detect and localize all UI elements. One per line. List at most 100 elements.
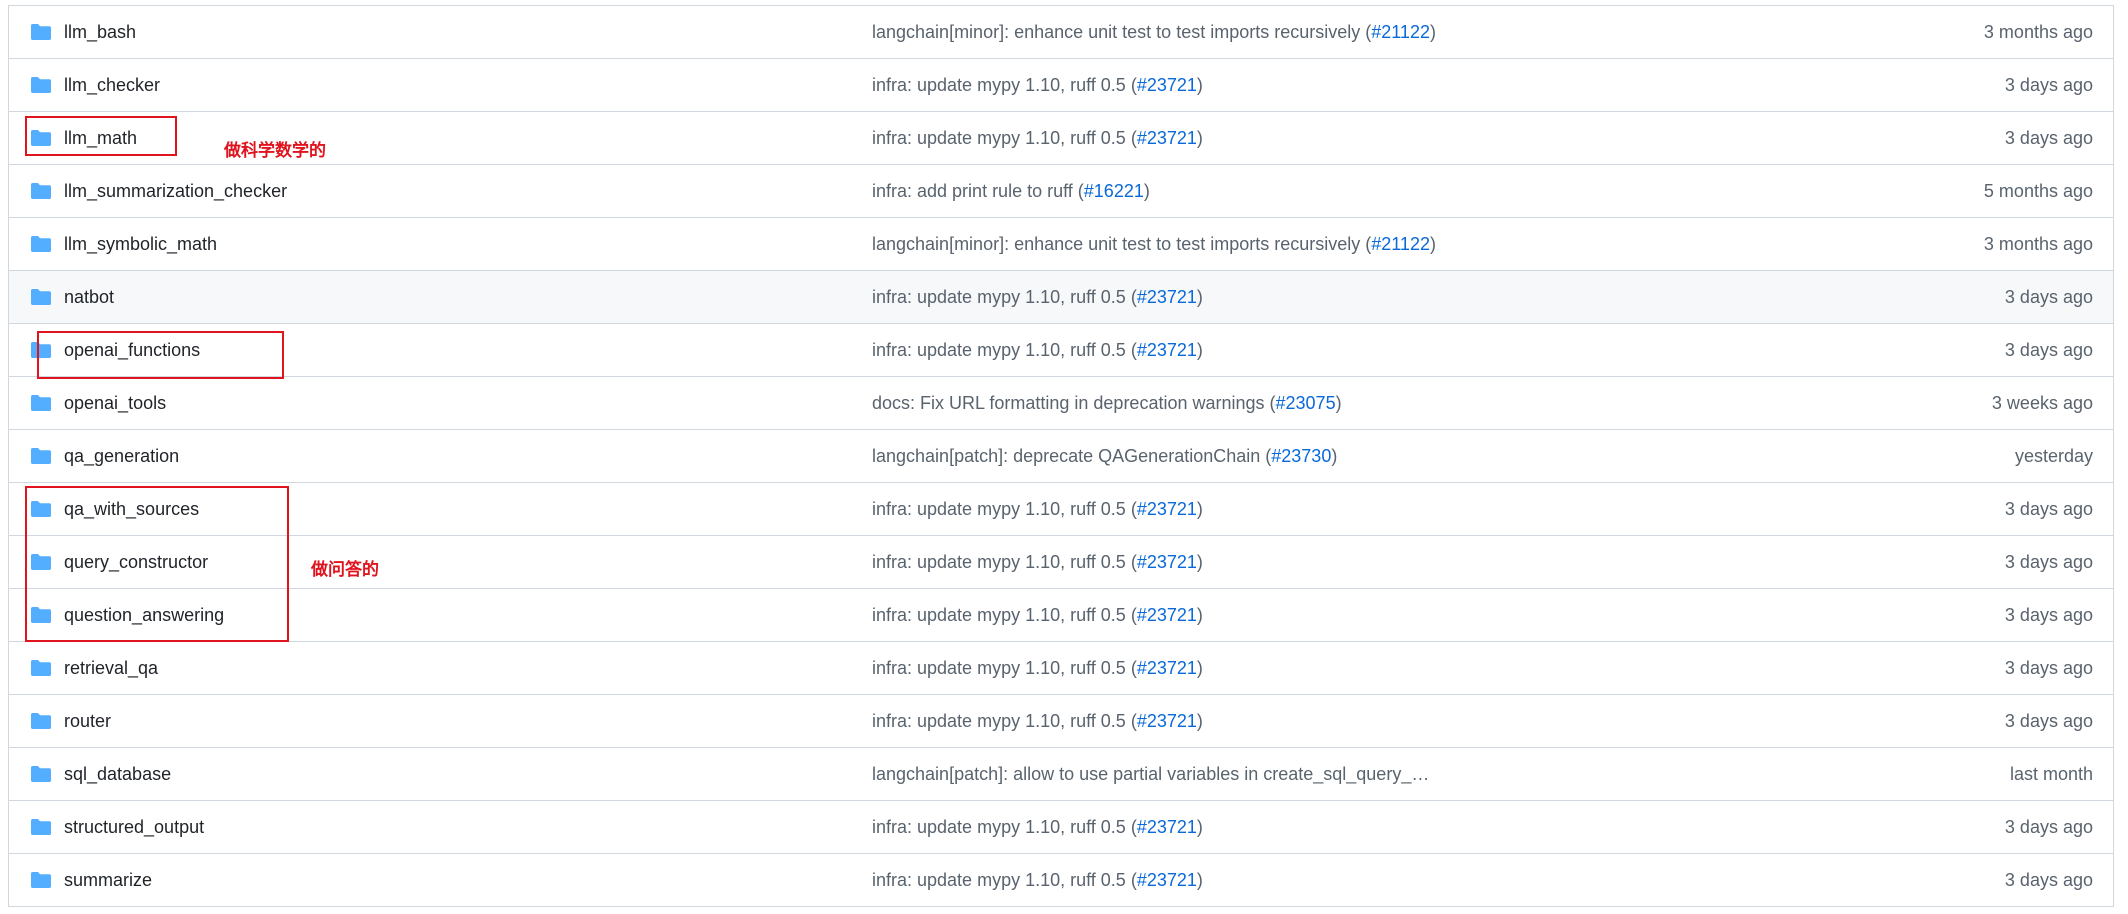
commit-message[interactable]: langchain[patch]: deprecate QAGeneration…	[872, 430, 1337, 482]
pull-request-link[interactable]: #23721	[1137, 605, 1197, 625]
commit-message-text[interactable]: infra: add print rule to ruff (	[872, 181, 1084, 201]
commit-message-text[interactable]: infra: update mypy 1.10, ruff 0.5 (	[872, 287, 1137, 307]
table-row[interactable]: llm_bash langchain[minor]: enhance unit t…	[9, 6, 2113, 59]
commit-message[interactable]: infra: update mypy 1.10, ruff 0.5 (#2372…	[872, 324, 1203, 376]
folder-name-link[interactable]: llm_symbolic_math	[64, 218, 217, 270]
pull-request-link[interactable]: #23075	[1276, 393, 1336, 413]
commit-age[interactable]: yesterday	[2015, 430, 2093, 482]
table-row[interactable]: router infra: update mypy 1.10, ruff 0.5 …	[9, 695, 2113, 748]
commit-message-text[interactable]: infra: update mypy 1.10, ruff 0.5 (	[872, 658, 1137, 678]
commit-message-text[interactable]: langchain[patch]: deprecate QAGeneration…	[872, 446, 1271, 466]
table-row[interactable]: sql_database langchain[patch]: allow to u…	[9, 748, 2113, 801]
pull-request-link[interactable]: #23730	[1271, 446, 1331, 466]
pull-request-link[interactable]: #23721	[1137, 552, 1197, 572]
commit-message-text[interactable]: infra: update mypy 1.10, ruff 0.5 (	[872, 128, 1137, 148]
table-row[interactable]: question_answering infra: update mypy 1.1…	[9, 589, 2113, 642]
folder-name-link[interactable]: sql_database	[64, 748, 171, 800]
commit-message-close: )	[1196, 711, 1203, 731]
commit-age[interactable]: last month	[2010, 748, 2093, 800]
pull-request-link[interactable]: #23721	[1137, 75, 1197, 95]
folder-name-link[interactable]: qa_generation	[64, 430, 179, 482]
folder-icon	[30, 659, 52, 677]
commit-age[interactable]: 3 months ago	[1984, 218, 2093, 270]
folder-name-link[interactable]: summarize	[64, 854, 152, 906]
folder-name-link[interactable]: openai_tools	[64, 377, 166, 429]
folder-name-link[interactable]: structured_output	[64, 801, 204, 853]
commit-message[interactable]: infra: update mypy 1.10, ruff 0.5 (#2372…	[872, 112, 1203, 164]
folder-name-link[interactable]: llm_summarization_checker	[64, 165, 287, 217]
commit-message[interactable]: infra: update mypy 1.10, ruff 0.5 (#2372…	[872, 642, 1203, 694]
commit-message-text[interactable]: infra: update mypy 1.10, ruff 0.5 (	[872, 870, 1137, 890]
table-row[interactable]: natbot infra: update mypy 1.10, ruff 0.5 …	[9, 271, 2113, 324]
commit-age[interactable]: 3 days ago	[2005, 536, 2093, 588]
pull-request-link[interactable]: #23721	[1137, 817, 1197, 837]
commit-age[interactable]: 3 days ago	[2005, 854, 2093, 906]
pull-request-link[interactable]: #21122	[1371, 234, 1430, 254]
commit-age[interactable]: 3 days ago	[2005, 695, 2093, 747]
folder-name-link[interactable]: router	[64, 695, 111, 747]
pull-request-link[interactable]: #23721	[1137, 128, 1197, 148]
table-row[interactable]: openai_tools docs: Fix URL formatting in …	[9, 377, 2113, 430]
commit-message-text[interactable]: infra: update mypy 1.10, ruff 0.5 (	[872, 711, 1137, 731]
folder-name-link[interactable]: llm_bash	[64, 6, 136, 58]
commit-age[interactable]: 3 weeks ago	[1992, 377, 2093, 429]
table-row[interactable]: qa_with_sources infra: update mypy 1.10, …	[9, 483, 2113, 536]
commit-message[interactable]: infra: update mypy 1.10, ruff 0.5 (#2372…	[872, 59, 1203, 111]
commit-message[interactable]: langchain[minor]: enhance unit test to t…	[872, 6, 1436, 58]
table-row[interactable]: retrieval_qa infra: update mypy 1.10, ruf…	[9, 642, 2113, 695]
pull-request-link[interactable]: #21122	[1371, 22, 1430, 42]
commit-message[interactable]: langchain[patch]: allow to use partial v…	[872, 748, 1429, 800]
table-row[interactable]: llm_summarization_checker infra: add prin…	[9, 165, 2113, 218]
table-row[interactable]: llm_checker infra: update mypy 1.10, ruff…	[9, 59, 2113, 112]
commit-message-text[interactable]: docs: Fix URL formatting in deprecation …	[872, 393, 1276, 413]
commit-age[interactable]: 3 months ago	[1984, 6, 2093, 58]
commit-message-text[interactable]: infra: update mypy 1.10, ruff 0.5 (	[872, 552, 1137, 572]
commit-message-close: )	[1196, 552, 1203, 572]
table-row[interactable]: qa_generation langchain[patch]: deprecate…	[9, 430, 2113, 483]
commit-message-close: )	[1196, 287, 1203, 307]
pull-request-link[interactable]: #23721	[1137, 711, 1197, 731]
commit-message-text[interactable]: langchain[minor]: enhance unit test to t…	[872, 22, 1371, 42]
folder-icon	[30, 394, 52, 412]
table-row[interactable]: summarize infra: update mypy 1.10, ruff 0…	[9, 854, 2113, 907]
commit-age[interactable]: 3 days ago	[2005, 271, 2093, 323]
commit-message-text[interactable]: infra: update mypy 1.10, ruff 0.5 (	[872, 499, 1137, 519]
commit-message[interactable]: docs: Fix URL formatting in deprecation …	[872, 377, 1342, 429]
commit-age[interactable]: 3 days ago	[2005, 59, 2093, 111]
commit-message[interactable]: infra: update mypy 1.10, ruff 0.5 (#2372…	[872, 589, 1203, 641]
commit-age[interactable]: 3 days ago	[2005, 801, 2093, 853]
commit-message-text[interactable]: infra: update mypy 1.10, ruff 0.5 (	[872, 605, 1137, 625]
folder-name-link[interactable]: retrieval_qa	[64, 642, 158, 694]
pull-request-link[interactable]: #23721	[1137, 658, 1197, 678]
commit-message-text[interactable]: infra: update mypy 1.10, ruff 0.5 (	[872, 340, 1137, 360]
folder-name-link[interactable]: llm_checker	[64, 59, 160, 111]
table-row[interactable]: structured_output infra: update mypy 1.10…	[9, 801, 2113, 854]
commit-message[interactable]: langchain[minor]: enhance unit test to t…	[872, 218, 1436, 270]
commit-message-text[interactable]: infra: update mypy 1.10, ruff 0.5 (	[872, 75, 1137, 95]
commit-age[interactable]: 3 days ago	[2005, 642, 2093, 694]
commit-message-text[interactable]: langchain[minor]: enhance unit test to t…	[872, 234, 1371, 254]
commit-age[interactable]: 5 months ago	[1984, 165, 2093, 217]
commit-message[interactable]: infra: update mypy 1.10, ruff 0.5 (#2372…	[872, 801, 1203, 853]
commit-age[interactable]: 3 days ago	[2005, 324, 2093, 376]
table-row[interactable]: llm_symbolic_math langchain[minor]: enhan…	[9, 218, 2113, 271]
pull-request-link[interactable]: #23721	[1137, 499, 1197, 519]
folder-name-link[interactable]: natbot	[64, 271, 114, 323]
commit-message-text[interactable]: langchain[patch]: allow to use partial v…	[872, 764, 1429, 784]
folder-icon	[30, 288, 52, 306]
commit-message[interactable]: infra: update mypy 1.10, ruff 0.5 (#2372…	[872, 854, 1203, 906]
commit-age[interactable]: 3 days ago	[2005, 112, 2093, 164]
table-row[interactable]: openai_functions infra: update mypy 1.10,…	[9, 324, 2113, 377]
commit-message[interactable]: infra: update mypy 1.10, ruff 0.5 (#2372…	[872, 695, 1203, 747]
commit-message-text[interactable]: infra: update mypy 1.10, ruff 0.5 (	[872, 817, 1137, 837]
commit-message[interactable]: infra: update mypy 1.10, ruff 0.5 (#2372…	[872, 271, 1203, 323]
commit-message[interactable]: infra: update mypy 1.10, ruff 0.5 (#2372…	[872, 483, 1203, 535]
pull-request-link[interactable]: #16221	[1084, 181, 1144, 201]
pull-request-link[interactable]: #23721	[1137, 870, 1197, 890]
pull-request-link[interactable]: #23721	[1137, 287, 1197, 307]
pull-request-link[interactable]: #23721	[1137, 340, 1197, 360]
commit-message[interactable]: infra: add print rule to ruff (#16221)	[872, 165, 1150, 217]
commit-message[interactable]: infra: update mypy 1.10, ruff 0.5 (#2372…	[872, 536, 1203, 588]
commit-age[interactable]: 3 days ago	[2005, 483, 2093, 535]
commit-age[interactable]: 3 days ago	[2005, 589, 2093, 641]
